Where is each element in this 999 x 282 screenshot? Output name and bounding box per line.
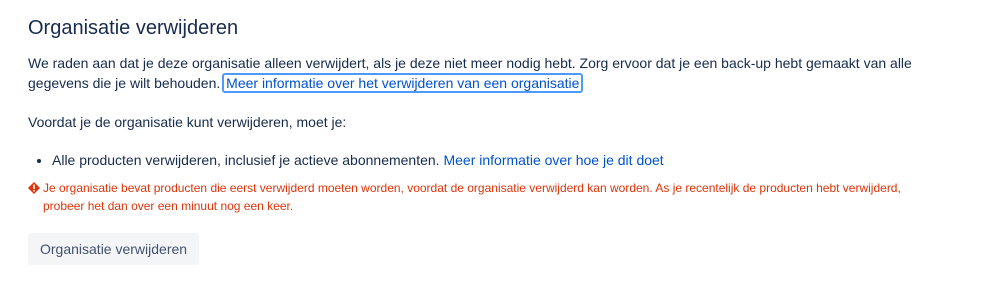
requirement-text: Alle producten verwijderen, inclusief je… bbox=[52, 152, 440, 168]
delete-organisation-button[interactable]: Organisatie verwijderen bbox=[28, 233, 200, 265]
intro-paragraph: We raden aan dat je deze organisatie all… bbox=[28, 53, 971, 93]
error-message: Je organisatie bevat producten die eerst… bbox=[28, 179, 908, 215]
requirements-list: Alle producten verwijderen, inclusief je… bbox=[28, 150, 971, 170]
requirements-intro: Voordat je de organisatie kunt verwijder… bbox=[28, 114, 347, 130]
list-item: Alle producten verwijderen, inclusief je… bbox=[52, 150, 971, 170]
learn-more-delete-org-link[interactable]: Meer informatie over het verwijderen van… bbox=[222, 73, 584, 93]
delete-organisation-section: Organisatie verwijderen We raden aan dat… bbox=[0, 0, 999, 265]
error-icon bbox=[28, 182, 40, 194]
section-title: Organisatie verwijderen bbox=[28, 17, 239, 39]
learn-more-how-link[interactable]: Meer informatie over hoe je dit doet bbox=[443, 152, 663, 168]
error-text: Je organisatie bevat producten die eerst… bbox=[43, 181, 901, 213]
